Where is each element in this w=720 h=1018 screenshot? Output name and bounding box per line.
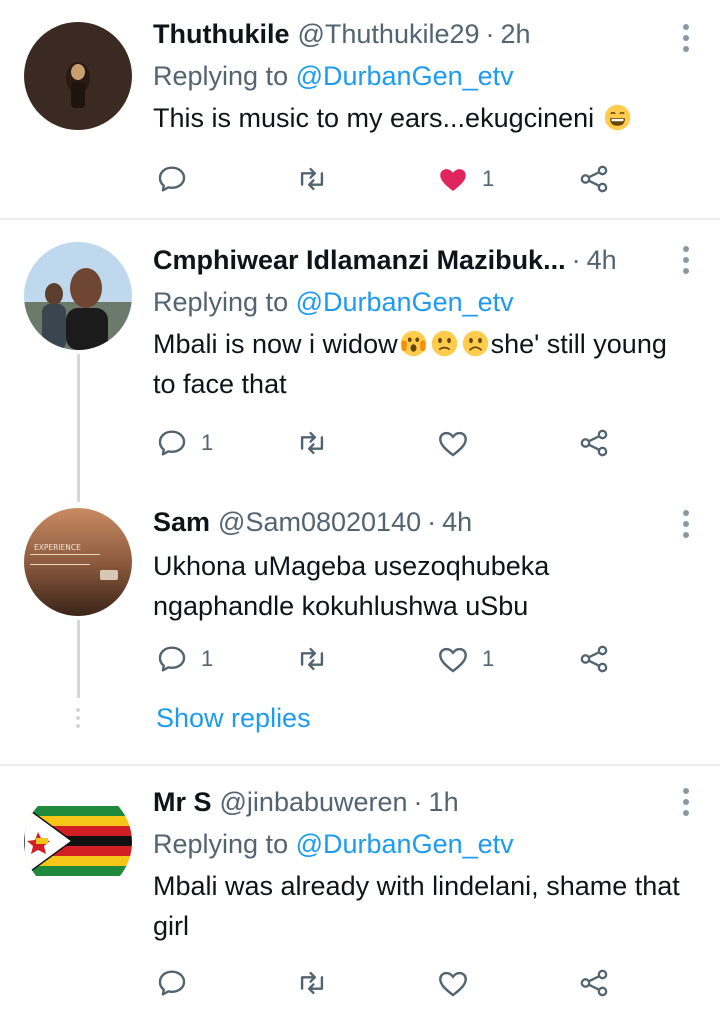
timestamp[interactable]: 2h: [501, 16, 531, 52]
avatar-image: [24, 242, 132, 350]
user-handle[interactable]: @Thuthukile29: [298, 16, 480, 52]
user-handle[interactable]: @Sam08020140: [218, 504, 421, 540]
tweet-text: Mbali is now i widow she' still young to …: [153, 324, 680, 404]
thread-line: [77, 620, 80, 698]
share-icon: [580, 645, 608, 673]
more-options-icon[interactable]: [682, 246, 690, 276]
timestamp[interactable]: 4h: [587, 242, 617, 278]
like-button[interactable]: 1: [436, 639, 494, 679]
avatar[interactable]: [24, 788, 132, 896]
share-icon: [580, 165, 608, 193]
reply-count: 1: [201, 646, 214, 671]
share-button[interactable]: [577, 639, 611, 679]
avatar-image: EXPERIENCE: [24, 508, 132, 616]
reply-icon: [158, 430, 186, 456]
tweet-text-part1: Mbali is now i widow: [153, 329, 398, 359]
reply-button[interactable]: [155, 963, 201, 1003]
replying-to-label: Replying to: [153, 829, 289, 859]
share-button[interactable]: [577, 159, 611, 199]
like-button[interactable]: 1: [436, 159, 494, 199]
reply-icon: [158, 646, 186, 672]
display-name[interactable]: Mr S: [153, 784, 212, 820]
share-icon: [580, 969, 608, 997]
replying-to-mention[interactable]: @DurbanGen_etv: [296, 61, 514, 91]
tweet-text: Mbali was already with lindelani, shame …: [153, 871, 680, 941]
reply-button[interactable]: 1: [155, 423, 213, 463]
like-count: 1: [482, 646, 495, 671]
reply-button[interactable]: 1: [155, 639, 213, 679]
avatar[interactable]: [24, 22, 132, 130]
share-button[interactable]: [577, 963, 611, 1003]
timestamp[interactable]: 1h: [429, 784, 459, 820]
tweet-thuthukile[interactable]: Thuthukile @Thuthukile29 · 2h Replying t…: [0, 0, 720, 218]
tweet-text: Ukhona uMageba usezoqhubeka ngaphandle k…: [153, 551, 550, 621]
separator-dot: ·: [413, 787, 423, 817]
tweet-sam[interactable]: EXPERIENCE Sam @Sam08020140 · 4h Ukhona …: [0, 496, 720, 696]
retweet-button[interactable]: [295, 639, 341, 679]
user-handle[interactable]: @jinbabuweren: [220, 784, 408, 820]
display-name[interactable]: Thuthukile: [153, 16, 290, 52]
heart-outline-icon: [439, 971, 467, 997]
show-replies-link[interactable]: Show replies: [156, 703, 311, 734]
share-icon: [580, 429, 608, 457]
replying-to-label: Replying to: [153, 287, 289, 317]
like-button[interactable]: [436, 963, 482, 1003]
retweet-icon: [300, 647, 324, 671]
reply-icon: [158, 970, 186, 996]
timestamp[interactable]: 4h: [442, 504, 472, 540]
tweet-text: This is music to my ears...ekugcineni: [153, 98, 680, 138]
retweet-button[interactable]: [295, 423, 341, 463]
retweet-icon: [300, 167, 324, 191]
replying-to: Replying to @DurbanGen_etv: [153, 58, 680, 94]
like-button[interactable]: [436, 423, 482, 463]
replying-to-mention[interactable]: @DurbanGen_etv: [296, 829, 514, 859]
reply-icon: [158, 166, 186, 192]
frowning-face-emoji: [462, 330, 488, 357]
thread-dots: [74, 708, 82, 732]
separator-dot: ·: [571, 245, 581, 275]
share-button[interactable]: [577, 423, 611, 463]
tweet-mr-s[interactable]: Mr S @jinbabuweren · 1h Replying to @Dur…: [0, 766, 720, 1018]
tweet-cmphiwear[interactable]: Cmphiwear Idlamanzi Mazibuk... · 4h Repl…: [0, 220, 720, 490]
retweet-button[interactable]: [295, 963, 341, 1003]
heart-outline-icon: [439, 431, 467, 457]
thread-line: [77, 354, 80, 502]
reply-button[interactable]: [155, 159, 201, 199]
heart-filled-icon: [440, 169, 466, 192]
heart-outline-icon: [439, 647, 467, 673]
grinning-face-emoji: [604, 104, 630, 131]
more-options-icon[interactable]: [682, 510, 690, 540]
tweet-text-body: This is music to my ears...ekugcineni: [153, 103, 595, 133]
display-name[interactable]: Cmphiwear Idlamanzi Mazibuk...: [153, 242, 566, 278]
retweet-icon: [300, 971, 324, 995]
more-options-icon[interactable]: [682, 24, 690, 54]
replying-to: Replying to @DurbanGen_etv: [153, 826, 680, 862]
screaming-face-emoji: [400, 330, 426, 357]
separator-dot: ·: [427, 507, 437, 537]
avatar-text: EXPERIENCE: [34, 543, 81, 552]
avatar[interactable]: [24, 242, 132, 350]
retweet-button[interactable]: [295, 159, 341, 199]
reply-count: 1: [201, 430, 214, 455]
confused-face-emoji: [431, 330, 457, 357]
display-name[interactable]: Sam: [153, 504, 210, 540]
more-options-icon[interactable]: [682, 788, 690, 818]
separator-dot: ·: [485, 19, 495, 49]
like-count: 1: [482, 166, 495, 191]
replying-to-label: Replying to: [153, 61, 289, 91]
zimbabwe-flag-avatar: [24, 788, 132, 896]
replying-to: Replying to @DurbanGen_etv: [153, 284, 680, 320]
avatar[interactable]: EXPERIENCE: [24, 508, 132, 616]
avatar-image: [24, 22, 132, 130]
replying-to-mention[interactable]: @DurbanGen_etv: [296, 287, 514, 317]
retweet-icon: [300, 431, 324, 455]
